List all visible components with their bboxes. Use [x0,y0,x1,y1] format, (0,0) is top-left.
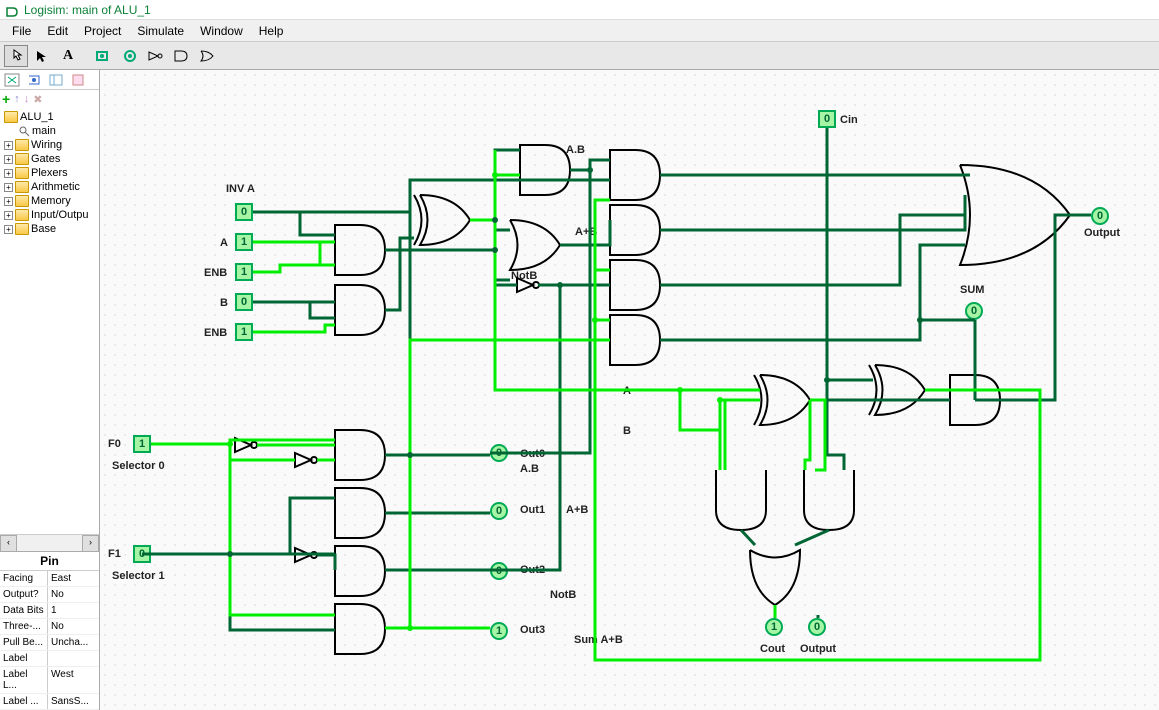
tree-item[interactable]: +Gates [2,152,97,166]
tool-or-gate[interactable] [196,45,220,67]
wires-low [142,128,1091,630]
not-gate[interactable] [517,278,539,292]
circuit-canvas[interactable]: INV A A ENB B ENB F0 Selector 0 F1 Selec… [100,70,1159,710]
and-gate[interactable] [335,546,385,596]
tool-select[interactable] [30,45,54,67]
menu-window[interactable]: Window [192,22,251,40]
sidebar-toolbar [0,70,99,90]
xor-gate[interactable] [869,365,925,415]
tool-text[interactable]: A [56,45,80,67]
tree-item[interactable]: +Input/Outpu [2,208,97,222]
sidebar-tool-4-icon[interactable] [68,71,88,89]
and-gate[interactable] [335,604,385,654]
prop-row[interactable]: Pull Be...Uncha... [0,635,99,651]
prop-row[interactable]: FacingEast [0,571,99,587]
and-gate[interactable] [335,285,385,335]
tool-input-pin[interactable] [92,45,116,67]
project-tree[interactable]: ALU_1 main +Wiring +Gates +Plexers +Arit… [0,108,99,534]
circuit-svg [100,70,1159,710]
and-gate[interactable] [335,488,385,538]
and-gate[interactable] [335,225,385,275]
scroll-left-icon[interactable]: ‹ [0,535,17,552]
menubar: File Edit Project Simulate Window Help [0,20,1159,42]
window-titlebar: Logisim: main of ALU_1 [0,0,1159,20]
menu-project[interactable]: Project [76,22,129,40]
prop-row[interactable]: Label [0,651,99,667]
prop-row[interactable]: Output?No [0,587,99,603]
app-icon [6,3,20,17]
xor-gate[interactable] [414,195,470,245]
prop-row[interactable]: Three-...No [0,619,99,635]
and-gate[interactable] [610,315,660,365]
tool-poke[interactable] [4,45,28,67]
delete-icon[interactable]: ✖ [33,93,42,106]
magnifier-icon [18,125,32,137]
tree-item[interactable]: +Base [2,222,97,236]
and-gate[interactable] [335,430,385,480]
properties-panel: Pin FacingEast Output?No Data Bits1 Thre… [0,551,99,710]
tree-item[interactable]: +Memory [2,194,97,208]
or-gate[interactable] [510,220,560,270]
sidebar-tool-2-icon[interactable] [24,71,44,89]
menu-edit[interactable]: Edit [39,22,76,40]
and-gate[interactable] [520,145,570,195]
sidebar: + ↑ ↓ ✖ ALU_1 main +Wiring +Gates +Plexe… [0,70,100,710]
tool-not-gate[interactable] [144,45,168,67]
and-gate[interactable] [610,150,660,200]
prop-row[interactable]: Label ...SansS... [0,694,99,710]
menu-help[interactable]: Help [251,22,292,40]
window-title: Logisim: main of ALU_1 [24,3,151,17]
sidebar-tool-1-icon[interactable] [2,71,22,89]
xor-gate[interactable] [754,375,810,425]
or-gate-down[interactable] [750,550,800,605]
add-icon[interactable]: + [2,91,10,107]
properties-header: Pin [0,552,99,571]
menu-file[interactable]: File [4,22,39,40]
scroll-right-icon[interactable]: › [82,535,99,552]
tree-item[interactable]: +Plexers [2,166,97,180]
tree-main[interactable]: main [2,124,97,138]
toolbar: A [0,42,1159,70]
sidebar-arrow-row: + ↑ ↓ ✖ [0,90,99,108]
sidebar-scrollbar[interactable]: ‹ › [0,534,99,551]
and-gate[interactable] [610,260,660,310]
menu-simulate[interactable]: Simulate [129,22,192,40]
wires-high [151,150,1040,660]
prop-row[interactable]: Data Bits1 [0,603,99,619]
down-arrow-icon[interactable]: ↓ [24,93,30,105]
and-gate-down[interactable] [804,470,854,530]
tool-and-gate[interactable] [170,45,194,67]
and-gate[interactable] [610,205,660,255]
and-gate-down[interactable] [716,470,766,530]
not-gate[interactable] [295,453,317,467]
tree-root[interactable]: ALU_1 [2,110,97,124]
tree-item[interactable]: +Wiring [2,138,97,152]
up-arrow-icon[interactable]: ↑ [14,93,20,105]
prop-row[interactable]: Label L...West [0,667,99,694]
sidebar-tool-3-icon[interactable] [46,71,66,89]
tree-item[interactable]: +Arithmetic [2,180,97,194]
tool-output-pin[interactable] [118,45,142,67]
